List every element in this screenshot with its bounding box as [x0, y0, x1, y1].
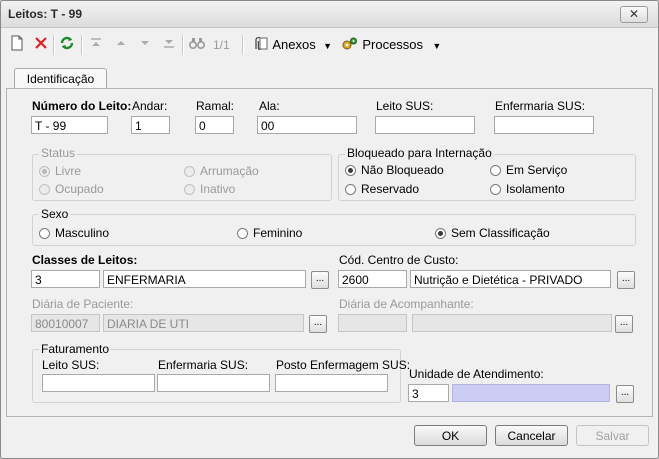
status-livre-radio: Livre — [39, 164, 81, 178]
radio-icon — [237, 228, 248, 239]
isolamento-radio[interactable]: Isolamento — [490, 182, 565, 196]
fat-enfermaria-sus-label: Enfermaria SUS: — [158, 358, 249, 372]
radio-icon — [490, 184, 501, 195]
last-record-icon — [163, 35, 175, 55]
masculino-radio[interactable]: Masculino — [39, 226, 109, 240]
diaria-acompanhante-lookup-button[interactable]: ... — [615, 315, 633, 333]
numero-leito-label: Número do Leito: — [32, 99, 132, 113]
classes-leitos-label: Classes de Leitos: — [32, 253, 138, 267]
cancel-button[interactable]: Cancelar — [495, 425, 568, 446]
save-button: Salvar — [576, 425, 649, 446]
first-record-icon — [90, 35, 102, 55]
record-position: 1/1 — [213, 38, 230, 52]
faturamento-label: Faturamento — [39, 342, 112, 356]
dialog-window: Leitos: T - 99 ✕ 1/1 Anexos ▼ Processos … — [0, 0, 659, 459]
previous-record-icon — [115, 35, 127, 55]
chevron-down-icon: ▼ — [323, 41, 332, 51]
centro-custo-name-input[interactable]: Nutrição e Dietética - PRIVADO — [410, 270, 611, 288]
andar-input[interactable]: 1 — [131, 116, 170, 134]
enfermaria-sus-label: Enfermaria SUS: — [495, 99, 586, 113]
radio-icon — [39, 228, 50, 239]
diaria-paciente-name-input: DIARIA DE UTI — [103, 314, 304, 332]
unidade-atendimento-name-input[interactable] — [452, 384, 610, 402]
status-arrumacao-radio: Arrumação — [184, 164, 259, 178]
unidade-atendimento-code-input[interactable]: 3 — [408, 384, 449, 402]
classes-leitos-code-input[interactable]: 3 — [31, 270, 100, 288]
leito-sus-label: Leito SUS: — [376, 99, 434, 113]
fat-posto-enfermagem-label: Posto Enfermagem SUS: — [276, 358, 411, 372]
diaria-paciente-label: Diária de Paciente: — [32, 297, 134, 311]
paperclip-icon — [255, 36, 268, 50]
sem-classificacao-radio[interactable]: Sem Classificação — [435, 226, 550, 240]
radio-icon — [184, 166, 195, 177]
reservado-radio[interactable]: Reservado — [345, 182, 419, 196]
diaria-paciente-code-input: 80010007 — [31, 314, 100, 332]
toolbar: 1/1 Anexos ▼ Processos ▼ — [1, 31, 658, 59]
radio-selected-icon — [345, 165, 356, 176]
unidade-atendimento-lookup-button[interactable]: ... — [616, 385, 634, 403]
next-record-icon — [139, 35, 151, 55]
status-ocupado-radio: Ocupado — [39, 182, 104, 196]
ala-input[interactable]: 00 — [257, 116, 357, 134]
diaria-acompanhante-name-input — [412, 314, 612, 332]
close-button[interactable]: ✕ — [620, 6, 648, 23]
nao-bloqueado-radio[interactable]: Não Bloqueado — [345, 163, 444, 177]
feminino-radio[interactable]: Feminino — [237, 226, 302, 240]
status-inativo-radio: Inativo — [184, 182, 235, 196]
fat-leito-sus-label: Leito SUS: — [42, 358, 100, 372]
window-title: Leitos: T - 99 — [8, 7, 83, 21]
ala-label: Ala: — [259, 99, 280, 113]
radio-selected-icon — [39, 166, 50, 177]
leito-sus-input[interactable] — [375, 116, 475, 134]
diaria-acompanhante-label: Diária de Acompanhante: — [339, 297, 474, 311]
radio-selected-icon — [435, 228, 446, 239]
radio-icon — [39, 184, 50, 195]
unidade-atendimento-label: Unidade de Atendimento: — [409, 367, 544, 381]
ramal-label: Ramal: — [196, 99, 235, 113]
radio-icon — [184, 184, 195, 195]
centro-custo-code-input[interactable]: 2600 — [338, 270, 407, 288]
gears-icon — [342, 37, 357, 50]
centro-custo-label: Cód. Centro de Custo: — [339, 253, 459, 267]
attachments-label: Anexos — [272, 37, 316, 52]
status-label: Status — [39, 146, 78, 160]
classes-leitos-name-input[interactable]: ENFERMARIA — [103, 270, 306, 288]
attachments-menu[interactable]: Anexos ▼ — [251, 35, 332, 55]
radio-icon — [490, 165, 501, 176]
fat-enfermaria-sus-input[interactable] — [157, 374, 270, 392]
chevron-down-icon: ▼ — [432, 41, 442, 51]
title-bar[interactable]: Leitos: T - 99 ✕ — [1, 1, 658, 28]
enfermaria-sus-input[interactable] — [494, 116, 594, 134]
sexo-label: Sexo — [39, 207, 71, 221]
fat-leito-sus-input[interactable] — [42, 374, 155, 392]
radio-icon — [345, 184, 356, 195]
classes-leitos-lookup-button[interactable]: ... — [311, 271, 329, 289]
numero-leito-input[interactable]: T - 99 — [31, 116, 108, 134]
refresh-icon[interactable] — [59, 35, 75, 55]
andar-label: Andar: — [132, 99, 168, 113]
ramal-input[interactable]: 0 — [195, 116, 234, 134]
processes-menu[interactable]: Processos ▼ — [341, 35, 441, 55]
diaria-acompanhante-code-input — [338, 314, 407, 332]
bloqueado-label: Bloqueado para Internação — [345, 146, 494, 160]
fat-posto-enfermagem-input[interactable] — [275, 374, 388, 392]
delete-icon[interactable] — [34, 35, 48, 55]
processes-label: Processos — [362, 37, 424, 52]
new-document-icon[interactable] — [10, 35, 24, 55]
centro-custo-lookup-button[interactable]: ... — [617, 271, 635, 289]
em-servico-radio[interactable]: Em Serviço — [490, 163, 567, 177]
binoculars-icon — [189, 35, 205, 55]
ok-button[interactable]: OK — [414, 425, 487, 446]
diaria-paciente-lookup-button[interactable]: ... — [309, 315, 327, 333]
tab-identificacao[interactable]: Identificação — [14, 68, 107, 89]
